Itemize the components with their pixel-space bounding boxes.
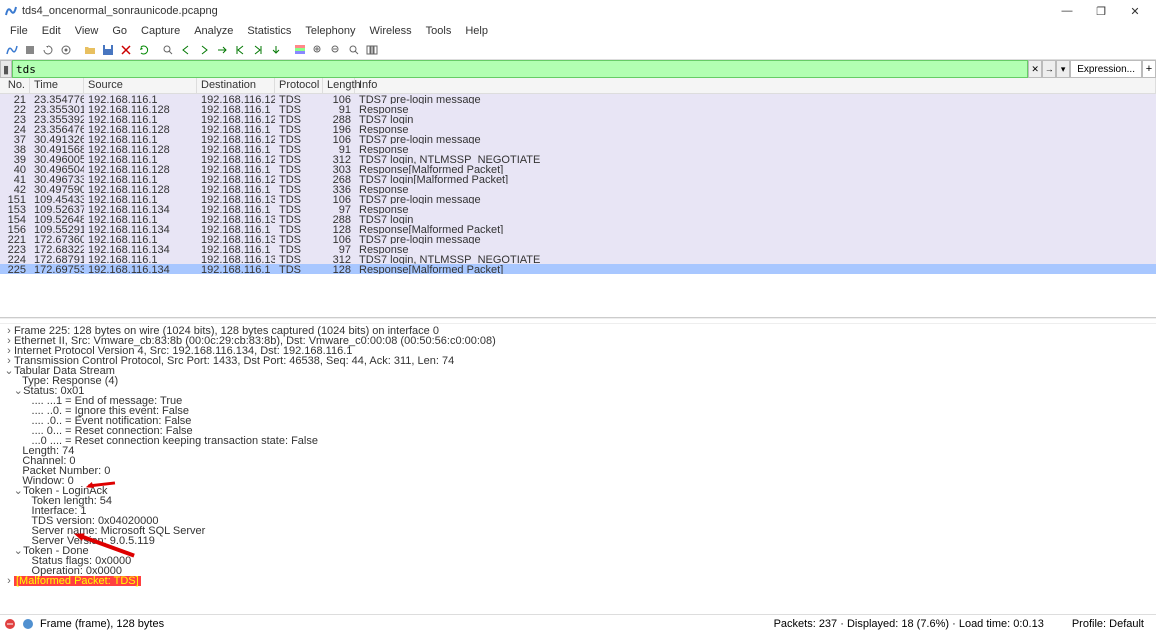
error-indicator-icon[interactable]: [4, 618, 18, 630]
expression-button[interactable]: Expression...: [1070, 60, 1142, 78]
packet-row[interactable]: 156109.552917192.168.116.134192.168.116.…: [0, 224, 1156, 234]
packet-row[interactable]: 223172.683224192.168.116.134192.168.116.…: [0, 244, 1156, 254]
autoscroll-icon[interactable]: [268, 42, 284, 58]
add-filter-button[interactable]: +: [1142, 60, 1156, 78]
menu-go[interactable]: Go: [106, 24, 133, 38]
packet-row[interactable]: 153109.526371192.168.116.134192.168.116.…: [0, 204, 1156, 214]
statusbar: Frame (frame), 128 bytes Packets: 237 · …: [0, 614, 1156, 632]
close-button[interactable]: ✕: [1118, 0, 1152, 22]
packet-list-body[interactable]: 2123.354776192.168.116.1192.168.116.128T…: [0, 94, 1156, 318]
first-icon[interactable]: [232, 42, 248, 58]
next-icon[interactable]: [196, 42, 212, 58]
stop-capture-icon[interactable]: [22, 42, 38, 58]
start-capture-icon[interactable]: [4, 42, 20, 58]
menubar: FileEditViewGoCaptureAnalyzeStatisticsTe…: [0, 22, 1156, 40]
status-packets: Packets: 237 · Displayed: 18 (7.6%) · Lo…: [754, 618, 1064, 630]
col-info[interactable]: Info: [355, 78, 1156, 93]
menu-edit[interactable]: Edit: [36, 24, 67, 38]
col-time[interactable]: Time: [30, 78, 84, 93]
close-file-icon[interactable]: [118, 42, 134, 58]
save-file-icon[interactable]: [100, 42, 116, 58]
restart-capture-icon[interactable]: [40, 42, 56, 58]
packet-list-header: No. Time Source Destination Protocol Len…: [0, 78, 1156, 94]
menu-view[interactable]: View: [69, 24, 105, 38]
detail-s5[interactable]: ...0 .... = Reset connection keeping tra…: [32, 435, 318, 447]
menu-telephony[interactable]: Telephony: [299, 24, 361, 38]
maximize-button[interactable]: ❐: [1084, 0, 1118, 22]
menu-help[interactable]: Help: [459, 24, 494, 38]
filter-apply-button[interactable]: →: [1042, 60, 1056, 78]
filter-row: ▮ ✕ → ▾ Expression... +: [0, 60, 1156, 78]
packet-row[interactable]: 2123.354776192.168.116.1192.168.116.128T…: [0, 94, 1156, 104]
zoom-reset-icon[interactable]: [346, 42, 362, 58]
filter-clear-button[interactable]: ✕: [1028, 60, 1042, 78]
menu-capture[interactable]: Capture: [135, 24, 186, 38]
packet-row[interactable]: 225172.697530192.168.116.134192.168.116.…: [0, 264, 1156, 274]
menu-statistics[interactable]: Statistics: [241, 24, 297, 38]
packet-list-pane: No. Time Source Destination Protocol Len…: [0, 78, 1156, 318]
menu-wireless[interactable]: Wireless: [364, 24, 418, 38]
zoom-out-icon[interactable]: [328, 42, 344, 58]
packet-row[interactable]: 3830.491568192.168.116.128192.168.116.1T…: [0, 144, 1156, 154]
expand-toggle[interactable]: ›: [4, 576, 14, 586]
col-source[interactable]: Source: [84, 78, 197, 93]
display-filter-input[interactable]: [12, 60, 1028, 78]
prev-icon[interactable]: [178, 42, 194, 58]
packet-row[interactable]: 2323.355392192.168.116.1192.168.116.128T…: [0, 114, 1156, 124]
find-icon[interactable]: [160, 42, 176, 58]
packet-row[interactable]: 2223.355301192.168.116.128192.168.116.1T…: [0, 104, 1156, 114]
last-icon[interactable]: [250, 42, 266, 58]
app-icon: [4, 4, 18, 18]
filter-history-button[interactable]: ▾: [1056, 60, 1070, 78]
zoom-in-icon[interactable]: [310, 42, 326, 58]
packet-row[interactable]: 2423.356476192.168.116.128192.168.116.1T…: [0, 124, 1156, 134]
packet-row[interactable]: 4130.496733192.168.116.1192.168.116.128T…: [0, 174, 1156, 184]
status-left: Frame (frame), 128 bytes: [40, 618, 754, 630]
packet-detail-pane[interactable]: ›Frame 225: 128 bytes on wire (1024 bits…: [0, 324, 1156, 614]
minimize-button[interactable]: —: [1050, 0, 1084, 22]
reload-icon[interactable]: [136, 42, 152, 58]
packet-row[interactable]: 154109.526482192.168.116.1192.168.116.13…: [0, 214, 1156, 224]
col-destination[interactable]: Destination: [197, 78, 275, 93]
packet-row[interactable]: 3730.491326192.168.116.1192.168.116.128T…: [0, 134, 1156, 144]
colorize-icon[interactable]: [292, 42, 308, 58]
filter-bookmark-icon[interactable]: ▮: [0, 60, 12, 78]
packet-row[interactable]: 4230.497590192.168.116.128192.168.116.1T…: [0, 184, 1156, 194]
titlebar: tds4_oncenormal_sonraunicode.pcapng — ❐ …: [0, 0, 1156, 22]
expert-info-icon[interactable]: [22, 618, 36, 630]
options-icon[interactable]: [58, 42, 74, 58]
packet-row[interactable]: 221172.673601192.168.116.1192.168.116.13…: [0, 234, 1156, 244]
col-length[interactable]: Length: [323, 78, 355, 93]
status-profile[interactable]: Profile: Default: [1064, 618, 1152, 630]
menu-tools[interactable]: Tools: [420, 24, 458, 38]
packet-row[interactable]: 151109.454335192.168.116.1192.168.116.13…: [0, 194, 1156, 204]
packet-row[interactable]: 224172.687912192.168.116.1192.168.116.13…: [0, 254, 1156, 264]
goto-icon[interactable]: [214, 42, 230, 58]
packet-row[interactable]: 3930.496005192.168.116.1192.168.116.128T…: [0, 154, 1156, 164]
window-title: tds4_oncenormal_sonraunicode.pcapng: [22, 5, 1050, 17]
detail-malformed[interactable]: [Malformed Packet: TDS]: [14, 576, 141, 586]
toolbar: [0, 40, 1156, 60]
menu-file[interactable]: File: [4, 24, 34, 38]
packet-row[interactable]: 4030.496504192.168.116.128192.168.116.1T…: [0, 164, 1156, 174]
col-protocol[interactable]: Protocol: [275, 78, 323, 93]
col-no[interactable]: No.: [0, 78, 30, 93]
resize-cols-icon[interactable]: [364, 42, 380, 58]
open-file-icon[interactable]: [82, 42, 98, 58]
menu-analyze[interactable]: Analyze: [188, 24, 239, 38]
